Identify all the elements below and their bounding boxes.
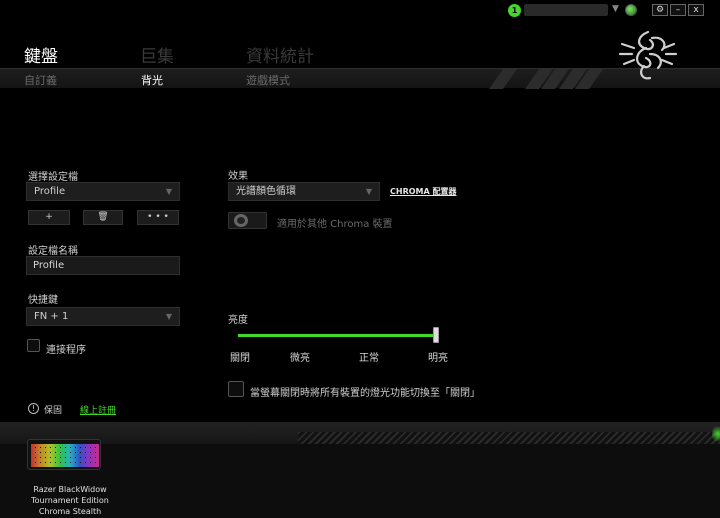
brightness-slider-track[interactable] [238, 334, 438, 337]
toggle-knob [234, 214, 248, 227]
subtab-lighting[interactable]: 背光 [141, 72, 163, 88]
profile-select-value: Profile [34, 186, 66, 197]
chevron-down-icon: ▼ [165, 187, 172, 196]
effect-select-value: 光譜顏色循環 [236, 186, 296, 197]
add-profile-button[interactable]: + [28, 210, 70, 225]
effect-label: 效果 [228, 171, 248, 182]
screen-off-lighting-label: 當螢幕關閉時將所有裝置的燈光功能切換至「關閉」 [250, 388, 480, 399]
shortcut-select-value: FN + 1 [34, 311, 69, 322]
online-registration-link[interactable]: 線上註冊 [80, 403, 116, 416]
brightness-level-normal: 正常 [359, 353, 379, 364]
minimize-button[interactable]: – [670, 4, 686, 16]
link-program-label: 連接程序 [46, 345, 86, 356]
brightness-slider-handle[interactable] [433, 327, 439, 343]
shortcut-label: 快捷鍵 [28, 295, 58, 306]
profile-name-label: 設定檔名稱 [28, 246, 78, 257]
chevron-down-icon: ▼ [165, 312, 172, 321]
apply-to-chroma-label: 適用於其他 Chroma 裝置 [277, 219, 393, 230]
notification-badge[interactable]: 1 [508, 4, 521, 17]
chroma-configurator-link[interactable]: CHROMA 配置器 [390, 186, 456, 197]
brightness-level-bright: 明亮 [428, 353, 448, 364]
title-bar: 1 ▼ ⚙ – x [0, 0, 720, 20]
tab-macro[interactable]: 巨集 [140, 42, 174, 67]
profile-select-label: 選擇設定檔 [28, 172, 78, 183]
device-card[interactable]: Razer BlackWidow Tournament Edition Chro… [22, 434, 118, 518]
account-dropdown-icon[interactable]: ▼ [612, 4, 619, 14]
more-options-button[interactable]: • • • [137, 210, 179, 225]
link-program-checkbox[interactable] [27, 339, 40, 352]
profile-name-field[interactable]: Profile [26, 256, 180, 275]
tab-keyboard[interactable]: 鍵盤 [24, 42, 58, 67]
device-name: Razer BlackWidow Tournament Edition Chro… [31, 485, 109, 516]
info-icon: ! [28, 403, 39, 414]
settings-button[interactable]: ⚙ [652, 4, 668, 16]
brightness-label: 亮度 [228, 315, 248, 326]
subtab-bar [0, 68, 720, 89]
warranty-label: 保固 [44, 406, 63, 416]
apply-to-chroma-toggle[interactable] [228, 212, 267, 229]
delete-profile-button[interactable]: 🗑 [83, 210, 123, 225]
close-button[interactable]: x [688, 4, 704, 16]
keyboard-image [27, 439, 101, 470]
tab-stats[interactable]: 資料統計 [246, 42, 314, 67]
subtab-gaming-mode[interactable]: 遊戲模式 [246, 72, 290, 88]
brightness-level-dim: 微亮 [290, 353, 310, 364]
device-tray-stripes [298, 432, 720, 444]
screen-off-lighting-checkbox[interactable] [228, 381, 244, 397]
brightness-level-off: 關閉 [230, 353, 250, 364]
effect-select[interactable]: 光譜顏色循環 ▼ [228, 182, 380, 201]
chevron-down-icon: ▼ [365, 187, 372, 196]
shortcut-select[interactable]: FN + 1 ▼ [26, 307, 180, 326]
scroll-glow [712, 424, 720, 444]
profile-select[interactable]: Profile ▼ [26, 182, 180, 201]
razer-logo-icon [618, 30, 678, 80]
online-status-icon[interactable] [625, 4, 637, 16]
subtab-customize[interactable]: 自訂義 [24, 72, 57, 88]
account-box[interactable] [524, 4, 608, 16]
